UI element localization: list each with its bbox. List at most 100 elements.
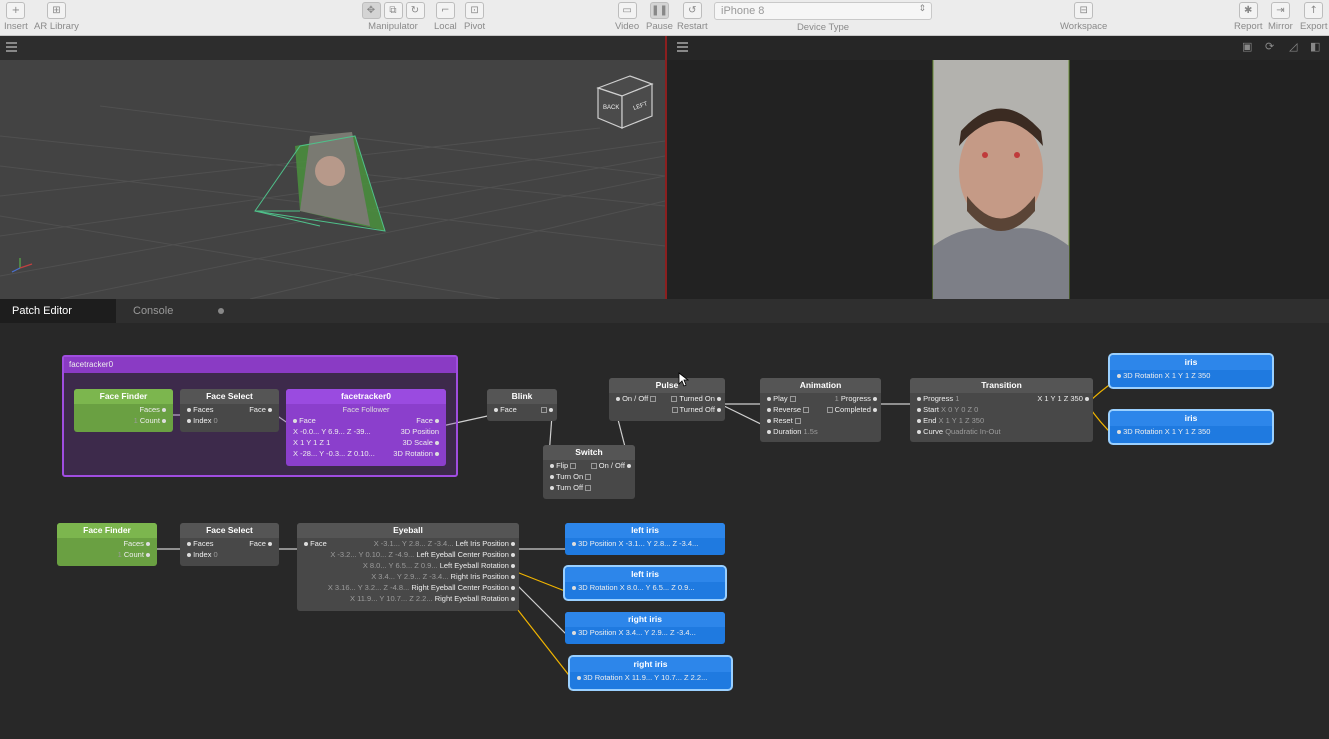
port-value[interactable]: Quadratic In-Out	[945, 427, 1000, 436]
port-3d-position[interactable]: 3D Position X 3.4... Y 2.9... Z -3.4...	[565, 627, 725, 638]
iris-node-2[interactable]: iris 3D Rotation X 1 Y 1 Z 350	[1110, 411, 1272, 443]
port-dot[interactable]	[187, 419, 191, 424]
transition-node[interactable]: Transition Progress 1 X 1 Y 1 Z 350 Start…	[910, 378, 1093, 442]
port-dot[interactable]	[511, 564, 515, 569]
port-reverse[interactable]: Reverse Completed	[760, 404, 881, 415]
face-finder-node[interactable]: Face Finder Faces 1 Count	[74, 389, 173, 432]
port-dot[interactable]	[146, 553, 150, 558]
right-iris-rotation-node[interactable]: right iris 3D Rotation X 11.9... Y 10.7.…	[570, 657, 731, 689]
port-dot[interactable]	[717, 408, 721, 413]
port-face[interactable]: Face	[487, 404, 557, 415]
port-dot[interactable]	[187, 408, 191, 413]
port-dot[interactable]	[162, 419, 166, 424]
checkbox[interactable]	[826, 407, 833, 414]
port-value[interactable]: X 1 Y 1 Z 350	[1165, 371, 1211, 380]
insert-button[interactable]: + Insert	[4, 2, 28, 32]
face-select-node[interactable]: Face Select Faces Face Index 0	[180, 389, 279, 432]
port-left-iris-position[interactable]: Face X -3.1... Y 2.8... Z -3.4... Left Ir…	[297, 538, 519, 549]
port-faces[interactable]: Faces Face	[180, 538, 279, 549]
port-left-eyeball-rotation[interactable]: X 8.0... Y 6.5... Z 0.9... Left Eyeball …	[297, 560, 519, 571]
port-faces[interactable]: Faces Face	[180, 404, 279, 415]
blink-node[interactable]: Blink Face	[487, 389, 557, 421]
workspace-button[interactable]: ⊟ Workspace	[1060, 2, 1107, 32]
port-duration[interactable]: Duration 1.5s	[760, 426, 881, 437]
port-dot[interactable]	[511, 553, 515, 558]
port-dot[interactable]	[572, 631, 576, 636]
port-dot[interactable]	[627, 464, 631, 469]
port-dot[interactable]	[435, 419, 439, 424]
port-dot[interactable]	[572, 542, 576, 547]
port-dot[interactable]	[1117, 374, 1121, 379]
port-3d-position[interactable]: 3D Position X -3.1... Y 2.8... Z -3.4...	[565, 538, 725, 549]
port-value[interactable]: X 3.4... Y 2.9... Z -3.4...	[619, 628, 696, 637]
port-3d-rotation[interactable]: 3D Rotation X 11.9... Y 10.7... Z 2.2...	[570, 672, 731, 683]
port-dot[interactable]	[268, 542, 272, 547]
checkbox[interactable]	[794, 418, 801, 425]
tab-patch-editor[interactable]: Patch Editor	[0, 299, 116, 323]
port-dot[interactable]	[511, 542, 515, 547]
port-count[interactable]: 1 Count	[74, 415, 173, 426]
face-finder-node[interactable]: Face Finder Faces 1 Count	[57, 523, 157, 566]
port-value[interactable]: X -3.1... Y 2.8... Z -3.4...	[619, 539, 699, 548]
port-dot[interactable]	[917, 430, 921, 435]
face-select-node[interactable]: Face Select Faces Face Index 0	[180, 523, 279, 566]
port-dot[interactable]	[767, 419, 771, 424]
port-dot[interactable]	[767, 430, 771, 435]
export-button[interactable]: ↑ Export	[1300, 2, 1327, 32]
port-dot[interactable]	[550, 464, 554, 469]
port-dot[interactable]	[873, 397, 877, 402]
port-dot[interactable]	[917, 419, 921, 424]
port-dot[interactable]	[873, 408, 877, 413]
eyeball-node[interactable]: Eyeball Face X -3.1... Y 2.8... Z -3.4...…	[297, 523, 519, 611]
port-reset[interactable]: Reset	[760, 415, 881, 426]
pulse-node[interactable]: Pulse On / Off Turned On Turned Off	[609, 378, 725, 421]
move-icon[interactable]: ✥	[361, 2, 381, 19]
port-left-eyeball-center[interactable]: X -3.2... Y 0.10... Z -4.9... Left Eyeba…	[297, 549, 519, 560]
port-dot[interactable]	[550, 475, 554, 480]
port-value[interactable]: X 11.9... Y 10.7... Z 2.2...	[625, 673, 708, 682]
checkbox[interactable]	[789, 396, 796, 403]
port-dot[interactable]	[616, 397, 620, 402]
left-iris-position-node[interactable]: left iris 3D Position X -3.1... Y 2.8...…	[565, 523, 725, 555]
checkbox[interactable]	[671, 396, 678, 403]
port-value[interactable]: 0	[214, 416, 218, 425]
port-dot[interactable]	[187, 553, 191, 558]
port-dot[interactable]	[511, 575, 515, 580]
port-value[interactable]: X 8.0... Y 6.5... Z 0.9...	[620, 583, 695, 592]
checkbox[interactable]	[590, 463, 597, 470]
checkbox[interactable]	[671, 407, 678, 414]
port-dot[interactable]	[435, 452, 439, 457]
port-play[interactable]: Play 1 Progress	[760, 393, 881, 404]
port-dot[interactable]	[494, 408, 498, 413]
right-iris-position-node[interactable]: right iris 3D Position X 3.4... Y 2.9...…	[565, 612, 725, 644]
left-iris-rotation-node[interactable]: left iris 3D Rotation X 8.0... Y 6.5... …	[565, 567, 725, 599]
pivot-button[interactable]: ⊡ Pivot	[464, 2, 485, 32]
port-3d-rotation[interactable]: X -28... Y -0.3... Z 0.10... 3D Rotation	[286, 448, 446, 459]
checkbox[interactable]	[540, 407, 547, 414]
scene-viewport[interactable]: BACK LEFT	[0, 36, 665, 299]
checkbox[interactable]	[585, 474, 592, 481]
local-button[interactable]: ⌐ Local	[434, 2, 457, 32]
switch-node[interactable]: Switch Flip On / Off Turn On Turn Off	[543, 445, 635, 499]
port-value[interactable]: 1.5s	[804, 427, 818, 436]
port-faces[interactable]: Faces	[57, 538, 157, 549]
port-3d-scale[interactable]: X 1 Y 1 Z 1 3D Scale	[286, 437, 446, 448]
port-dot[interactable]	[511, 597, 515, 602]
port-dot[interactable]	[304, 542, 308, 547]
checkbox[interactable]	[570, 463, 577, 470]
port-right-eyeball-center[interactable]: X 3.16... Y 3.2... Z -4.8... Right Eyeba…	[297, 582, 519, 593]
port-turn-on[interactable]: Turn On	[543, 471, 635, 482]
video-button[interactable]: ▭ Video	[615, 2, 639, 32]
port-flip[interactable]: Flip On / Off	[543, 460, 635, 471]
port-curve[interactable]: Curve Quadratic In-Out	[910, 426, 1093, 437]
preview-viewport[interactable]: ▣ ⟳ ◿ ◧	[667, 36, 1329, 299]
pause-button[interactable]: ❚❚ Pause	[646, 2, 673, 32]
device-type-select[interactable]: iPhone 8 ⇕	[714, 2, 932, 20]
ar-library-button[interactable]: ⊞ AR Library	[34, 2, 79, 32]
port-3d-rotation[interactable]: 3D Rotation X 8.0... Y 6.5... Z 0.9...	[565, 582, 725, 593]
restart-button[interactable]: ↺ Restart	[677, 2, 708, 32]
checkbox[interactable]	[650, 396, 657, 403]
port-value[interactable]: 1	[955, 394, 959, 403]
port-dot[interactable]	[717, 397, 721, 402]
port-dot[interactable]	[917, 397, 921, 402]
